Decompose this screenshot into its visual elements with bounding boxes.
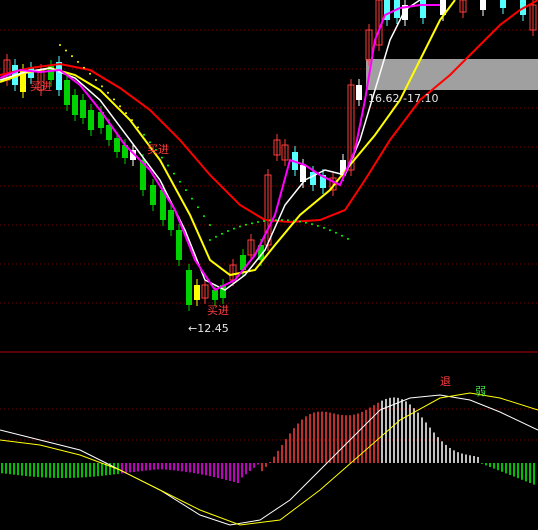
dot [341, 234, 343, 237]
dot [317, 224, 319, 227]
candle [150, 185, 156, 205]
candle [80, 100, 86, 118]
dot [137, 126, 139, 129]
dot [77, 60, 79, 63]
dot [179, 180, 181, 183]
dot [221, 232, 223, 235]
dot [311, 223, 313, 226]
candle [114, 138, 120, 152]
candle [212, 290, 218, 300]
dot [131, 119, 133, 122]
dot [263, 220, 265, 223]
candle [310, 172, 316, 185]
dot [209, 224, 211, 226]
buy-signal-label-1: 买进 [30, 80, 52, 93]
dot [191, 197, 193, 200]
dot [101, 85, 103, 88]
candle [500, 0, 506, 8]
dot [335, 231, 337, 234]
dot [65, 49, 67, 52]
macd-mark-2: 弱 [475, 385, 486, 398]
candle [72, 95, 78, 115]
dot [251, 222, 253, 225]
dot [329, 229, 331, 232]
dot [245, 223, 247, 226]
dot [125, 112, 127, 115]
dot [287, 219, 289, 222]
dot [71, 55, 73, 58]
dot [89, 72, 91, 75]
dot [83, 66, 85, 69]
dot [173, 172, 175, 175]
dot [275, 219, 277, 222]
stock-chart[interactable] [0, 0, 538, 530]
candle [56, 62, 62, 90]
candle [356, 85, 362, 100]
candle [480, 0, 486, 10]
dot [227, 230, 229, 233]
dot [293, 219, 295, 222]
buy-signal-label-2: 买进 [147, 143, 169, 156]
candle [64, 80, 70, 105]
dot [113, 98, 115, 101]
dot [233, 227, 235, 230]
candle [194, 285, 200, 300]
dot [167, 164, 169, 167]
candle [186, 270, 192, 305]
candle [420, 0, 426, 18]
dot [305, 221, 307, 224]
dot [323, 226, 325, 229]
dot [215, 235, 217, 238]
dot [119, 105, 121, 108]
dot [95, 78, 97, 81]
dot [59, 44, 61, 46]
dot [143, 133, 145, 136]
buy-signal-label-3: 买进 [207, 304, 229, 317]
dot [185, 189, 187, 192]
dot [107, 91, 109, 94]
low-price-label: ←12.45 [188, 322, 229, 335]
price-grid [0, 29, 538, 441]
dot [239, 225, 241, 228]
ma-yellow-line [0, 0, 456, 277]
dot [281, 219, 283, 222]
dot [209, 239, 211, 241]
dot [269, 219, 271, 222]
dot [299, 220, 301, 223]
macd-mark-1: 退 [440, 375, 451, 388]
macd-histogram [1, 397, 535, 485]
dot [203, 215, 205, 218]
range-label: 16.62 -17.10 [368, 92, 439, 105]
candle [168, 210, 174, 230]
candle [176, 230, 182, 260]
dot [347, 237, 349, 240]
dot [257, 220, 259, 223]
candle [88, 110, 94, 130]
price-range-box [366, 59, 538, 90]
dot [197, 206, 199, 209]
